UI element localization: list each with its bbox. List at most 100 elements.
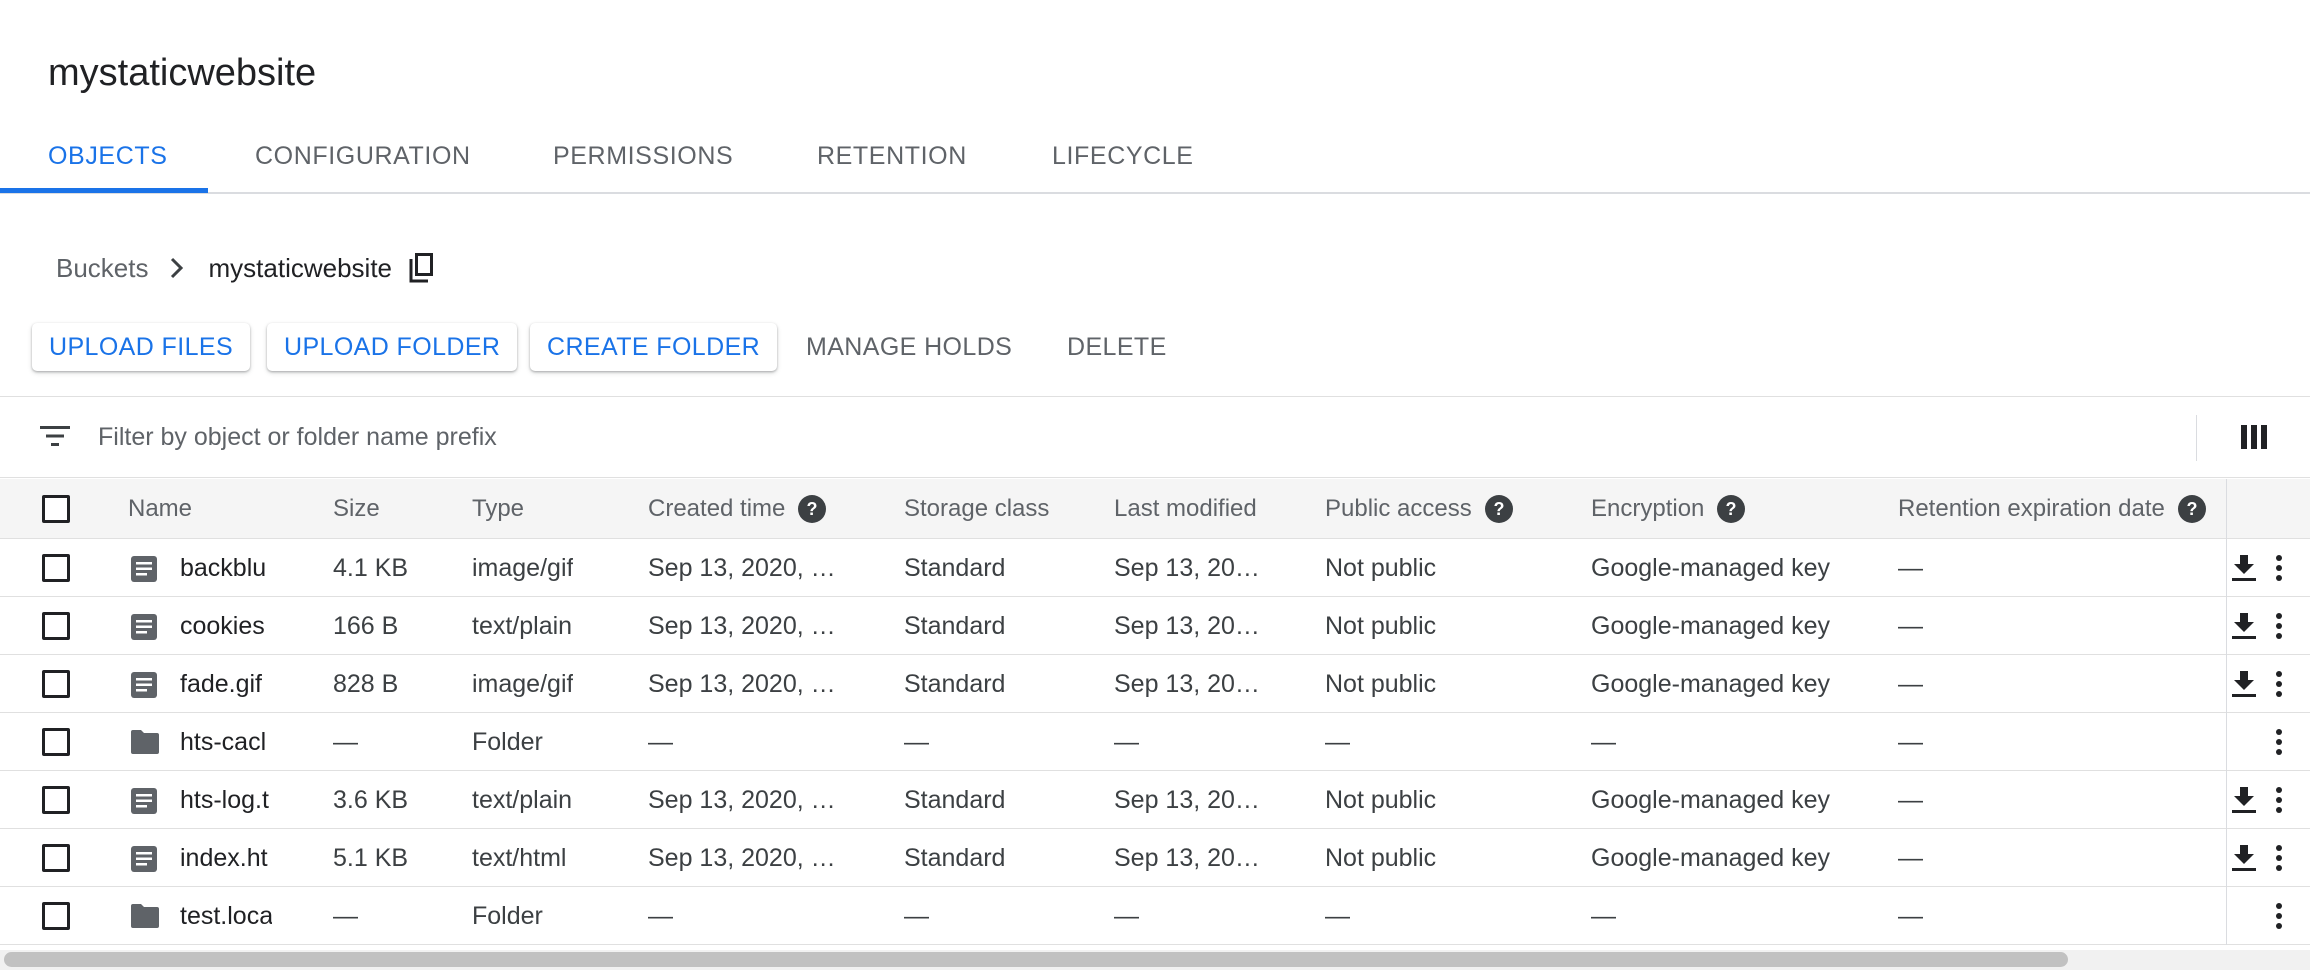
row-storage-class: Standard [904, 612, 1006, 640]
more-vert-icon[interactable] [2273, 553, 2285, 588]
tab-lifecycle[interactable]: LIFECYCLE [1052, 142, 1194, 171]
file-icon [130, 845, 158, 878]
column-header-public-access-label: Public access [1325, 495, 1472, 522]
table-row[interactable]: hts-log.t 3.6 KB text/plain Sep 13, 2020… [0, 771, 2310, 829]
more-vert-icon[interactable] [2273, 727, 2285, 762]
row-name-link[interactable]: index.ht [180, 829, 272, 887]
row-type: image/gif [472, 554, 574, 582]
filter-list-icon[interactable] [40, 424, 70, 453]
select-all-checkbox[interactable] [42, 495, 70, 523]
download-icon[interactable] [2230, 843, 2258, 878]
row-name-link[interactable]: hts-cacl [180, 713, 272, 771]
table-row[interactable]: test.loca — Folder — — — — — — [0, 887, 2310, 945]
more-vert-icon[interactable] [2273, 901, 2285, 936]
download-icon[interactable] [2230, 669, 2258, 704]
tab-retention[interactable]: RETENTION [817, 142, 967, 171]
create-folder-button[interactable]: CREATE FOLDER [530, 323, 778, 371]
table-row[interactable]: fade.gif 828 B image/gif Sep 13, 2020, …… [0, 655, 2310, 713]
row-last-modified: Sep 13, 20… [1114, 612, 1260, 640]
svg-text:?: ? [1726, 499, 1737, 519]
download-icon[interactable] [2230, 611, 2258, 646]
breadcrumb-buckets-link[interactable]: Buckets [56, 253, 149, 284]
tab-configuration[interactable]: CONFIGURATION [255, 142, 471, 171]
row-name-link[interactable]: cookies [180, 597, 272, 655]
row-created: Sep 13, 2020, … [648, 786, 836, 814]
column-header-created[interactable]: Created time ? [648, 479, 827, 539]
row-public-access: Not public [1325, 612, 1437, 640]
row-created: Sep 13, 2020, … [648, 554, 836, 582]
scrollbar-thumb[interactable] [4, 952, 2068, 967]
upload-files-button[interactable]: UPLOAD FILES [32, 323, 251, 371]
row-type: Folder [472, 902, 543, 930]
row-created: Sep 13, 2020, … [648, 670, 836, 698]
breadcrumb-current: mystaticwebsite [208, 252, 393, 283]
row-created: — [648, 902, 673, 930]
row-encryption: Google-managed key [1591, 844, 1831, 872]
row-last-modified: — [1114, 902, 1139, 930]
row-checkbox[interactable] [42, 728, 70, 756]
row-name-link[interactable]: backblu [180, 539, 272, 597]
column-header-storage-class[interactable]: Storage class [904, 479, 1049, 539]
help-icon[interactable]: ? [2177, 494, 2207, 524]
row-storage-class: — [904, 902, 929, 930]
row-checkbox[interactable] [42, 554, 70, 582]
row-size: 828 B [333, 670, 399, 698]
column-header-name[interactable]: Name [128, 479, 192, 539]
file-icon [130, 671, 158, 704]
manage-holds-button[interactable]: MANAGE HOLDS [789, 323, 1029, 371]
download-icon[interactable] [2230, 785, 2258, 820]
row-encryption: Google-managed key [1591, 786, 1831, 814]
row-checkbox[interactable] [42, 786, 70, 814]
column-header-type[interactable]: Type [472, 479, 524, 539]
row-encryption: Google-managed key [1591, 554, 1831, 582]
row-last-modified: Sep 13, 20… [1114, 844, 1260, 872]
copy-icon[interactable] [408, 252, 436, 284]
table-header-row: Name Size Type Created time ? Storage cl… [0, 479, 2310, 539]
upload-folder-button[interactable]: UPLOAD FOLDER [267, 323, 518, 371]
row-encryption: — [1591, 728, 1616, 756]
help-icon[interactable]: ? [1716, 494, 1746, 524]
page-title: mystaticwebsite [48, 52, 317, 94]
horizontal-scrollbar[interactable] [0, 950, 2310, 970]
row-checkbox[interactable] [42, 612, 70, 640]
column-header-size[interactable]: Size [333, 479, 380, 539]
active-tab-indicator [0, 188, 208, 193]
row-name-link[interactable]: fade.gif [180, 655, 272, 713]
row-checkbox[interactable] [42, 902, 70, 930]
more-vert-icon[interactable] [2273, 843, 2285, 878]
row-retention: — [1898, 728, 1923, 756]
tab-objects[interactable]: OBJECTS [48, 142, 168, 171]
more-vert-icon[interactable] [2273, 785, 2285, 820]
row-retention: — [1898, 612, 1923, 640]
row-public-access: — [1325, 728, 1350, 756]
row-last-modified: Sep 13, 20… [1114, 670, 1260, 698]
table-row[interactable]: hts-cacl — Folder — — — — — — [0, 713, 2310, 771]
row-retention: — [1898, 670, 1923, 698]
help-icon[interactable]: ? [797, 494, 827, 524]
download-icon[interactable] [2230, 553, 2258, 588]
folder-icon [130, 903, 160, 934]
file-icon [130, 555, 158, 588]
column-header-last-modified[interactable]: Last modified [1114, 479, 1257, 539]
table-row[interactable]: backblu 4.1 KB image/gif Sep 13, 2020, …… [0, 539, 2310, 597]
row-name-link[interactable]: hts-log.t [180, 771, 272, 829]
column-header-retention[interactable]: Retention expiration date ? [1898, 479, 2207, 539]
row-encryption: Google-managed key [1591, 612, 1831, 640]
sticky-column-divider [2226, 479, 2227, 945]
filter-input[interactable] [98, 417, 1398, 457]
more-vert-icon[interactable] [2273, 669, 2285, 704]
row-checkbox[interactable] [42, 670, 70, 698]
help-icon[interactable]: ? [1484, 494, 1514, 524]
more-vert-icon[interactable] [2273, 611, 2285, 646]
row-size: 166 B [333, 612, 399, 640]
column-header-public-access[interactable]: Public access ? [1325, 479, 1514, 539]
column-header-encryption[interactable]: Encryption ? [1591, 479, 1746, 539]
tab-permissions[interactable]: PERMISSIONS [553, 142, 733, 171]
table-row[interactable]: index.ht 5.1 KB text/html Sep 13, 2020, … [0, 829, 2310, 887]
delete-button[interactable]: DELETE [1050, 323, 1184, 371]
row-name-link[interactable]: test.loca [180, 887, 272, 945]
column-view-icon[interactable] [2241, 424, 2267, 455]
row-checkbox[interactable] [42, 844, 70, 872]
row-storage-class: Standard [904, 786, 1006, 814]
table-row[interactable]: cookies 166 B text/plain Sep 13, 2020, …… [0, 597, 2310, 655]
